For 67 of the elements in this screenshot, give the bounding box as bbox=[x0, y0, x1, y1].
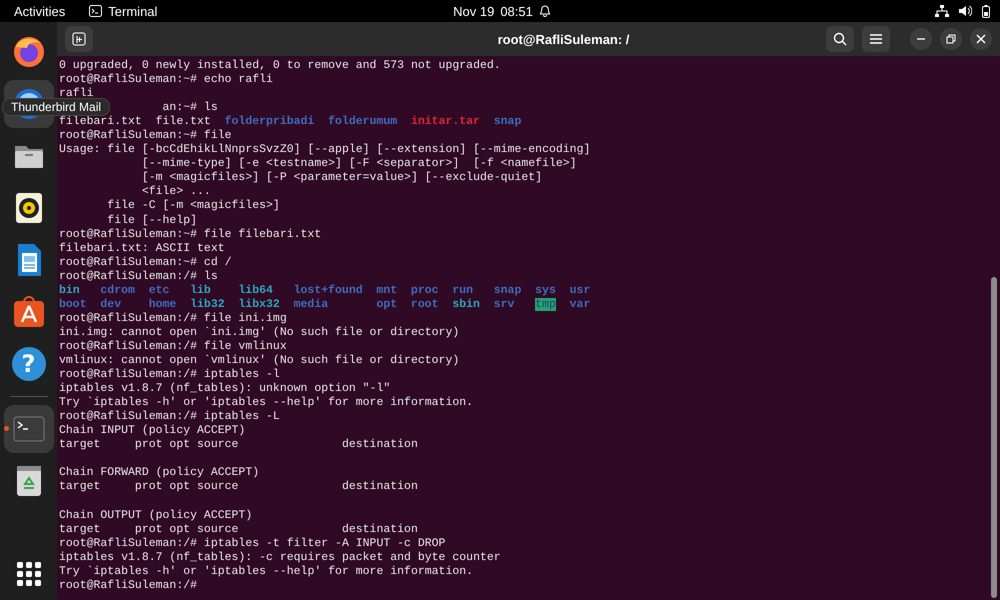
terminal-line: ini.img: cannot open `ini.img' (No such file or directory) bbox=[59, 326, 460, 340]
terminal-line: file [--help] bbox=[106, 214, 198, 228]
terminal-line: root@RafliSuleman:~# echo rafli bbox=[59, 73, 274, 88]
tooltip: Thunderbird Mail bbox=[2, 98, 110, 116]
file-entry: mnt bbox=[376, 284, 398, 297]
file-entry: libx32 bbox=[238, 298, 280, 311]
terminal-line: root@RafliSuleman:/# iptables -t filter -A INPUT -c DROP bbox=[59, 536, 446, 551]
terminal-line: root@RafliSuleman:/# file vmlinux bbox=[59, 340, 288, 354]
terminal-line: Try `iptables -h' or 'iptables --help' for more information. bbox=[59, 564, 474, 579]
file-entry: srv bbox=[494, 298, 514, 311]
terminal-line: <file> ... bbox=[140, 185, 212, 200]
file-entry: sys bbox=[535, 284, 556, 297]
file-entry: filebari.txt bbox=[59, 115, 142, 128]
file-entry: lib64 bbox=[238, 284, 273, 297]
terminal-line: [-m <magicfiles>] [-P <parameter=value>] [--exclude-quiet] bbox=[140, 171, 544, 186]
file-entry: cdrom bbox=[100, 284, 135, 297]
file-entry: proc bbox=[410, 284, 439, 297]
file-entry: sbin bbox=[452, 298, 480, 311]
file-entry: folderumum bbox=[328, 115, 398, 128]
terminal-line: root@RafliSuleman:~# cd / bbox=[59, 256, 233, 270]
terminal-line: target prot opt source destination bbox=[59, 522, 419, 537]
terminal-line: Chain OUTPUT (policy ACCEPT) bbox=[59, 508, 254, 523]
terminal-line: an:~# ls bbox=[162, 101, 218, 114]
terminal-line: root@RafliSuleman:/# file ini.img bbox=[59, 312, 288, 326]
window-title: root@RafliSuleman: / bbox=[496, 32, 630, 46]
terminal-line: root@RafliSuleman:~# file bbox=[59, 129, 233, 144]
file-entry: boot bbox=[59, 298, 87, 311]
highlighted-entry: tmp bbox=[535, 298, 556, 311]
file-entry: lib bbox=[190, 284, 211, 297]
file-entry: lost+found bbox=[294, 284, 363, 297]
file-entry: bin bbox=[59, 284, 80, 297]
file-entry: etc bbox=[148, 284, 170, 297]
terminal-line: [--mime-type] [-e <testname>] [-F <separator>] [-f <namefile>] bbox=[140, 157, 578, 172]
terminal-line: root@RafliSuleman:~# file filebari.txt bbox=[59, 228, 322, 242]
file-entry: initar.tar bbox=[410, 115, 480, 128]
file-entry: media bbox=[294, 298, 328, 311]
terminal-line: Chain INPUT (policy ACCEPT) bbox=[59, 424, 246, 438]
file-entry: lib32 bbox=[190, 298, 225, 311]
help-icon: ? bbox=[12, 347, 46, 381]
terminal-line: root@RafliSuleman:/# iptables -l bbox=[59, 368, 281, 382]
file-entry: opt bbox=[376, 298, 398, 311]
terminal-line: Usage: file [-bcCdEhikLlNnprsSvzZ0] [--apple] [--extension] [--mime-encoding] bbox=[59, 143, 592, 158]
terminal-line: vmlinux: cannot open `vmlinux' (No such file or directory) bbox=[59, 354, 460, 368]
terminal-line: root@RafliSuleman:/# ls bbox=[59, 270, 219, 284]
file-entry: usr bbox=[570, 284, 590, 297]
file-entry: var bbox=[570, 298, 590, 311]
terminal-line: target prot opt source destination bbox=[59, 480, 419, 494]
terminal-line: root@RafliSuleman:/# bbox=[59, 578, 198, 593]
time: 08:51 bbox=[500, 4, 533, 18]
terminal-line: root@RafliSuleman:/# iptables -L bbox=[59, 410, 281, 424]
file-entry: root bbox=[410, 298, 439, 311]
terminal-line: Chain FORWARD (policy ACCEPT) bbox=[59, 466, 260, 480]
file-entry: run bbox=[452, 284, 474, 297]
terminal-line: filebari.txt: ASCII text bbox=[59, 242, 226, 256]
file-entry: snap bbox=[494, 115, 522, 128]
file-entry: dev bbox=[100, 298, 122, 311]
terminal-line: target prot opt source destination bbox=[59, 438, 419, 452]
file-entry: file.txt bbox=[156, 115, 211, 128]
terminal-line: file -C [-m <magicfiles>] bbox=[106, 199, 281, 214]
terminal-line: 0 upgraded, 0 newly installed, 0 to remove and 573 not upgraded. bbox=[59, 59, 502, 74]
terminal-line: iptables v1.8.7 (nf_tables): -c requires packet and byte counter bbox=[59, 550, 502, 565]
date: Nov 19 bbox=[453, 4, 494, 18]
file-entry: home bbox=[148, 298, 176, 311]
file-entry: folderpribadi bbox=[224, 115, 314, 128]
terminal-line: Try `iptables -h' or 'iptables --help' for more information. bbox=[59, 396, 474, 410]
file-entry: snap bbox=[494, 284, 522, 297]
terminal-line: iptables v1.8.7 (nf_tables): unknown option "-l" bbox=[59, 382, 392, 396]
